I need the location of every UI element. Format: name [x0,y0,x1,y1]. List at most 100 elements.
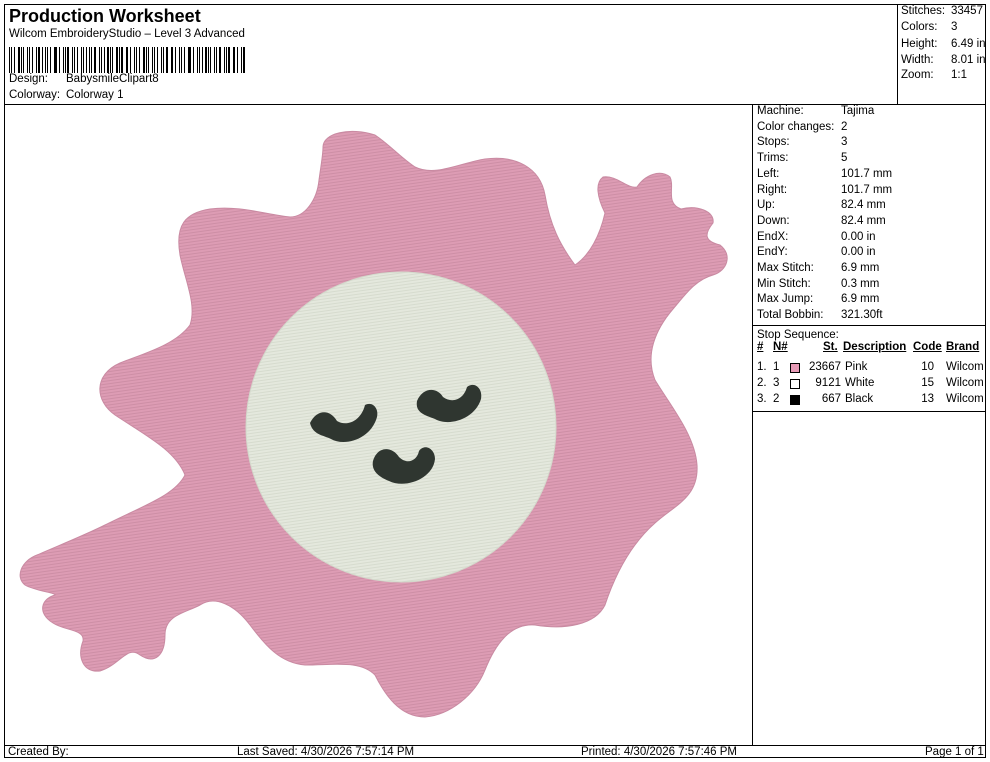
col-header-description: Description [843,341,907,353]
barcode [9,47,247,73]
created-by: Created By: [8,746,69,758]
col-header-n: N# [773,341,788,353]
page-title: Production Worksheet [9,6,201,26]
machine-info-label: Left: [757,167,780,180]
colors-row: Colors: 3 [901,21,957,33]
stop-number: 3. [757,393,767,405]
machine-info-row: Right: 101.7 mm [757,184,892,196]
machine-info-value: 82.4 mm [841,214,886,227]
page-number: Page 1 of 1 [925,746,984,758]
colors-value: 3 [951,21,958,33]
thread-description: Pink [845,361,868,373]
machine-info-value: 2 [841,120,848,133]
stitch-count: 9121 [815,377,841,389]
machine-info-row: Max Stitch: 6.9 mm [757,262,879,274]
needle-number: 1 [773,361,780,373]
software-name: Wilcom EmbroideryStudio – Level 3 Advanc… [9,28,245,40]
col-header-st: St. [823,341,838,353]
colors-label: Colors: [901,21,938,33]
col-header-num: # [757,341,764,353]
machine-info-row: Trims: 5 [757,152,847,164]
machine-info-row: Machine: Tajima [757,105,874,117]
machine-info-label: Down: [757,214,790,227]
machine-info-label: Up: [757,199,775,212]
height-value: 6.49 in [951,38,986,50]
thread-code: 10 [921,361,934,373]
thread-brand: Wilcom [946,377,984,389]
needle-number: 2 [773,393,780,405]
design-label: Design: [9,73,48,85]
worksheet-footer: Created By: Last Saved: 4/30/2026 7:57:1… [5,745,985,759]
machine-info-value: 6.9 mm [841,293,880,306]
design-preview [5,105,753,745]
colorway-label: Colorway: [9,89,61,101]
thread-description: White [845,377,875,389]
machine-info-label: Max Jump: [757,293,814,306]
machine-info-row: Max Jump: 6.9 mm [757,293,879,305]
embroidery-design-image [19,130,728,718]
width-row: Width: 8.01 in [901,54,986,66]
machine-info-value: Tajima [841,105,875,117]
machine-info-value: 101.7 mm [841,167,893,180]
zoom-row: Zoom: 1:1 [901,69,967,81]
worksheet-header: Production Worksheet Wilcom EmbroiderySt… [5,5,897,105]
machine-info-label: Right: [757,183,788,196]
design-stats: Stitches: 33457 Colors: 3 Height: 6.49 in W… [897,5,986,105]
machine-info-row: Up: 82.4 mm [757,199,886,211]
thread-description: Black [845,393,874,405]
machine-info-row: EndY: 0.00 in [757,246,876,258]
width-value: 8.01 in [951,54,986,66]
machine-info-row: Color changes: 2 [757,121,847,133]
worksheet-frame: Production Worksheet Wilcom EmbroiderySt… [4,4,986,758]
machine-info-value: 5 [841,152,848,165]
panel-divider [753,325,985,326]
face-circle [245,271,557,583]
zoom-label: Zoom: [901,69,934,81]
machine-info-value: 0.00 in [841,246,876,259]
machine-info-label: Total Bobbin: [757,309,824,322]
machine-info-row: Min Stitch: 0.3 mm [757,278,879,290]
machine-info-value: 321.30ft [841,309,883,322]
stop-sequence-title: Stop Sequence: [757,329,839,341]
panel-divider-bottom [753,411,985,412]
printed-date: Printed: 4/30/2026 7:57:46 PM [581,746,737,758]
machine-info-row: Down: 82.4 mm [757,215,886,227]
thread-color-swatch [790,395,800,405]
machine-info-value: 0.3 mm [841,277,880,290]
stitches-label: Stitches: [901,5,946,17]
height-row: Height: 6.49 in [901,38,986,50]
colorway-row: Colorway: Colorway 1 [9,89,124,101]
machine-info-label: EndY: [757,246,788,259]
machine-info-row: EndX: 0.00 in [757,231,876,243]
design-value: BabysmileClipart8 [66,73,159,85]
stitches-value: 33457 [951,5,983,17]
colorway-value: Colorway 1 [66,89,124,101]
stop-number: 2. [757,377,767,389]
machine-info-label: Min Stitch: [757,277,811,290]
machine-info-value: 82.4 mm [841,199,886,212]
col-header-brand: Brand [946,341,980,353]
machine-info-label: EndX: [757,230,789,243]
height-label: Height: [901,38,938,50]
col-header-code: Code [913,341,942,353]
machine-info-label: Max Stitch: [757,262,814,274]
stitches-row: Stitches: 33457 [901,5,983,17]
machine-info-label: Stops: [757,136,790,149]
width-label: Width: [901,54,934,66]
stop-number: 1. [757,361,767,373]
thread-color-swatch [790,363,800,373]
machine-info-value: 0.00 in [841,230,876,243]
last-saved: Last Saved: 4/30/2026 7:57:14 PM [237,746,415,758]
thread-code: 15 [921,377,934,389]
zoom-value: 1:1 [951,69,967,81]
stitch-count: 667 [821,393,841,405]
machine-info-value: 6.9 mm [841,262,880,274]
design-name-row: Design: BabysmileClipart8 [9,73,159,85]
thread-code: 13 [921,393,934,405]
stitch-count: 23667 [809,361,841,373]
machine-info-row: Left: 101.7 mm [757,168,892,180]
machine-info-label: Trims: [757,152,789,165]
machine-info-row: Stops: 3 [757,136,847,148]
machine-info-value: 101.7 mm [841,183,893,196]
needle-number: 3 [773,377,780,389]
